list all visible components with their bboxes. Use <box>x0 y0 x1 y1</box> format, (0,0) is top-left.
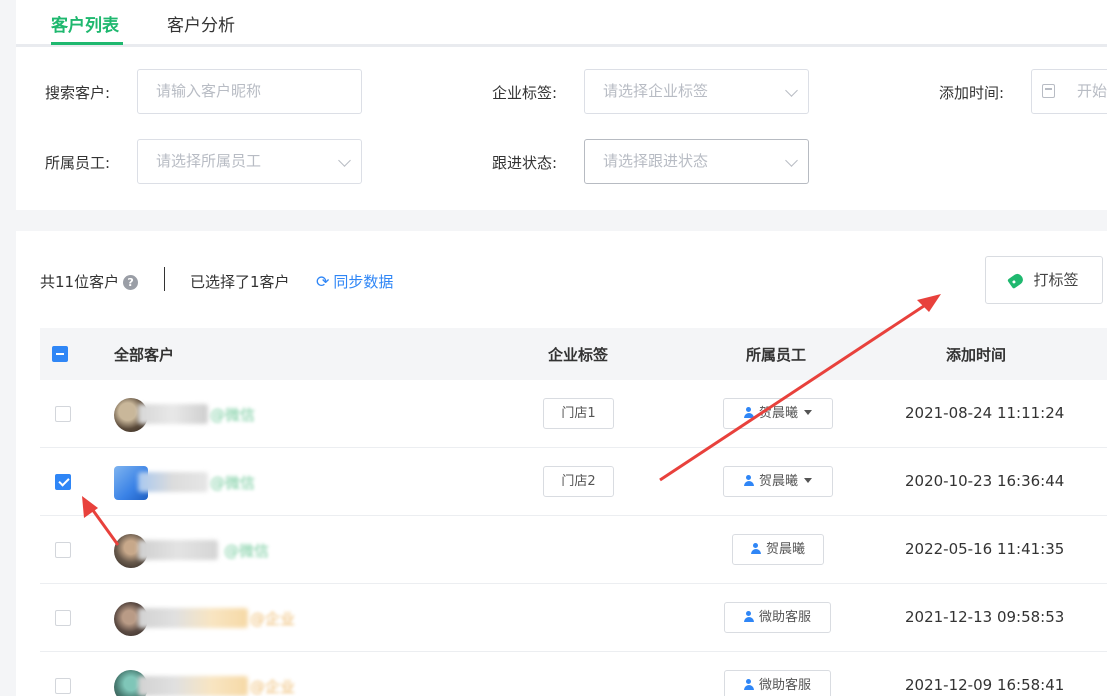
search-customer-placeholder: 请输入客户昵称 <box>156 82 262 100</box>
customer-name[interactable]: @微信 <box>224 540 269 561</box>
user-icon <box>743 475 754 486</box>
row-checkbox[interactable] <box>55 610 71 626</box>
redacted-name <box>138 676 248 696</box>
chevron-down-icon <box>785 154 798 167</box>
row-checkbox[interactable] <box>55 542 71 558</box>
staff-button[interactable]: 贺晨曦 <box>732 534 824 565</box>
customer-name[interactable]: @企业 <box>250 676 295 696</box>
refresh-icon: ⟳ <box>316 272 330 291</box>
staff-name: 贺晨曦 <box>765 542 805 557</box>
user-icon <box>743 679 754 690</box>
add-time: 2021-12-13 09:58:53 <box>905 608 1065 626</box>
user-icon <box>743 611 754 622</box>
divider <box>164 267 165 291</box>
tab-customer-list[interactable]: 客户列表 <box>51 11 119 36</box>
select-all-checkbox[interactable] <box>52 346 68 362</box>
customer-list-panel: 共11位客户? 已选择了1客户 ⟳ 同步数据 打标签 全部客户 企业标签 所属员工… <box>16 231 1107 696</box>
column-add-time: 添加时间 <box>946 346 1007 364</box>
table-row[interactable]: @微信 贺晨曦 2022-05-16 11:41:35 <box>40 516 1107 584</box>
enterprise-tag-select[interactable]: 请选择企业标签 <box>584 69 809 114</box>
staff-label: 所属员工: <box>45 154 111 172</box>
tag-icon <box>1007 271 1026 290</box>
follow-status-select[interactable]: 请选择跟进状态 <box>584 139 809 184</box>
user-icon <box>750 543 761 554</box>
add-time-label: 添加时间: <box>939 84 1005 102</box>
row-checkbox[interactable] <box>55 406 71 422</box>
add-tag-label: 打标签 <box>1033 271 1079 289</box>
selected-count: 已选择了1客户 <box>190 273 290 291</box>
add-time-date-picker[interactable]: 开始 <box>1031 69 1107 114</box>
add-time: 2022-05-16 11:41:35 <box>905 540 1065 558</box>
row-checkbox[interactable] <box>55 474 71 490</box>
table-row[interactable]: @微信 门店2 贺晨曦 2020-10-23 16:36:44 <box>40 448 1107 516</box>
add-time: 2020-10-23 16:36:44 <box>905 472 1065 490</box>
redacted-name <box>138 404 208 424</box>
staff-button[interactable]: 微助客服 <box>724 670 831 696</box>
customer-count-text: 共11位客户 <box>40 273 120 291</box>
help-icon[interactable]: ? <box>123 275 139 290</box>
add-time-start-placeholder: 开始 <box>1077 82 1107 100</box>
staff-dropdown[interactable]: 贺晨曦 <box>723 398 833 429</box>
row-checkbox[interactable] <box>55 678 71 694</box>
tab-customer-analysis[interactable]: 客户分析 <box>167 11 235 36</box>
search-customer-input[interactable]: 请输入客户昵称 <box>137 69 362 114</box>
customer-name[interactable]: @微信 <box>210 472 255 493</box>
table-row[interactable]: @微信 门店1 贺晨曦 2021-08-24 11:11:24 <box>40 380 1107 448</box>
caret-down-icon <box>804 478 812 483</box>
table-row[interactable]: @企业 微助客服 2021-12-09 16:58:41 <box>40 652 1107 696</box>
staff-name: 微助客服 <box>758 610 811 625</box>
redacted-name <box>138 608 248 628</box>
enterprise-tag: 门店2 <box>543 466 614 497</box>
table-header: 全部客户 企业标签 所属员工 添加时间 <box>40 328 1107 380</box>
follow-status-placeholder: 请选择跟进状态 <box>603 152 709 170</box>
staff-placeholder: 请选择所属员工 <box>156 152 262 170</box>
tab-bar: 客户列表 客户分析 <box>16 0 1107 47</box>
column-all-customers: 全部客户 <box>114 346 175 364</box>
customer-name[interactable]: @微信 <box>210 404 255 425</box>
chevron-down-icon <box>338 154 351 167</box>
sync-data-link[interactable]: ⟳ 同步数据 <box>316 271 393 292</box>
staff-name: 微助客服 <box>758 678 811 693</box>
column-staff: 所属员工 <box>746 346 807 364</box>
active-tab-indicator <box>51 42 123 45</box>
staff-name: 贺晨曦 <box>758 474 798 489</box>
caret-down-icon <box>804 410 812 415</box>
column-enterprise-tag: 企业标签 <box>548 346 609 364</box>
table-row[interactable]: @企业 微助客服 2021-12-13 09:58:53 <box>40 584 1107 652</box>
add-time: 2021-08-24 11:11:24 <box>905 404 1065 422</box>
sync-data-label: 同步数据 <box>333 273 394 291</box>
calendar-icon <box>1042 84 1055 98</box>
staff-dropdown[interactable]: 贺晨曦 <box>723 466 833 497</box>
user-icon <box>743 407 754 418</box>
redacted-name <box>138 472 208 492</box>
add-tag-button[interactable]: 打标签 <box>985 256 1103 304</box>
customer-name[interactable]: @企业 <box>250 608 295 629</box>
staff-button[interactable]: 微助客服 <box>724 602 831 633</box>
enterprise-tag: 门店1 <box>543 398 614 429</box>
staff-name: 贺晨曦 <box>758 406 798 421</box>
chevron-down-icon <box>785 84 798 97</box>
enterprise-tag-label: 企业标签: <box>492 84 558 102</box>
staff-select[interactable]: 请选择所属员工 <box>137 139 362 184</box>
filter-panel: 客户列表 客户分析 搜索客户: 请输入客户昵称 企业标签: 请选择企业标签 添加… <box>16 0 1107 210</box>
add-time: 2021-12-09 16:58:41 <box>905 676 1065 694</box>
customer-count: 共11位客户? <box>40 271 139 292</box>
enterprise-tag-placeholder: 请选择企业标签 <box>603 82 709 100</box>
follow-status-label: 跟进状态: <box>492 154 558 172</box>
page-gutter <box>0 0 16 696</box>
search-customer-label: 搜索客户: <box>45 84 111 102</box>
redacted-name <box>138 540 218 560</box>
